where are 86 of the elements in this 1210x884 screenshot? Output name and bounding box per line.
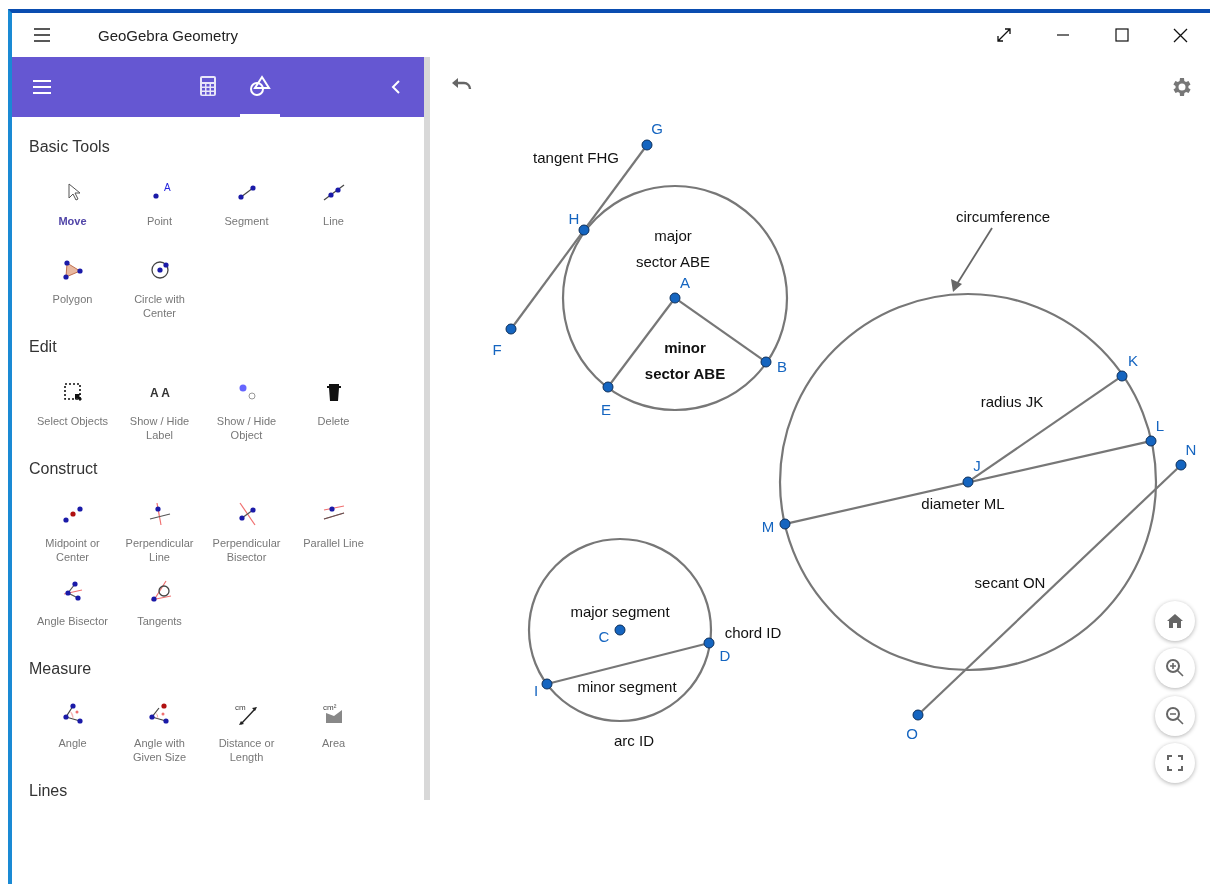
home-button[interactable] bbox=[1155, 601, 1195, 641]
angle-icon bbox=[60, 702, 85, 726]
perpendicular-icon bbox=[147, 502, 172, 526]
expand-icon bbox=[995, 27, 1012, 43]
point-label: L bbox=[1155, 416, 1165, 434]
point[interactable] bbox=[505, 323, 517, 335]
tool-button[interactable]: Perpendicular Line bbox=[116, 502, 203, 566]
letters-icon: AA bbox=[147, 380, 172, 404]
window-title: GeoGebra Geometry bbox=[98, 26, 239, 44]
point[interactable] bbox=[578, 224, 590, 236]
annotation-text: circumference bbox=[955, 207, 1051, 225]
point[interactable] bbox=[614, 624, 626, 636]
arrow bbox=[951, 227, 993, 292]
point[interactable] bbox=[641, 139, 653, 151]
point-label: D bbox=[719, 646, 731, 664]
point-label: I bbox=[533, 681, 539, 699]
triangle-icon bbox=[60, 258, 85, 282]
tool-button[interactable]: Midpoint or Center bbox=[29, 502, 116, 566]
tool-button[interactable]: Perpendicular Bisector bbox=[203, 502, 290, 566]
point-label: C bbox=[598, 627, 610, 645]
shapes-icon bbox=[248, 74, 272, 97]
tool-button[interactable]: Move bbox=[29, 180, 116, 244]
fullscreen-icon bbox=[1167, 755, 1183, 771]
tool-button[interactable]: Angle bbox=[29, 702, 116, 766]
tool-button[interactable]: cm² Area bbox=[290, 702, 377, 766]
annotation-text: arc ID bbox=[614, 731, 654, 749]
tool-button[interactable]: Angle Bisector bbox=[29, 580, 116, 644]
point-label: H bbox=[568, 209, 580, 227]
tool-button[interactable]: A Point bbox=[116, 180, 203, 244]
tool-button[interactable]: Segment bbox=[203, 180, 290, 244]
point-label: N bbox=[1185, 440, 1197, 458]
point-label: F bbox=[492, 340, 502, 358]
tool-button[interactable]: AA Show / Hide Label bbox=[116, 380, 203, 444]
point[interactable] bbox=[1116, 370, 1128, 382]
maximize-icon bbox=[1114, 28, 1129, 42]
home-icon bbox=[1167, 614, 1183, 628]
zoom-in-icon bbox=[1165, 658, 1185, 678]
annotation-text: tangent FHG bbox=[533, 148, 619, 166]
close-icon bbox=[1173, 27, 1188, 43]
point[interactable] bbox=[541, 678, 553, 690]
tool-button[interactable]: Tangents bbox=[116, 580, 203, 644]
point[interactable] bbox=[669, 292, 681, 304]
zoom-out-icon bbox=[1165, 706, 1185, 726]
point-label: B bbox=[777, 357, 787, 375]
annotation-text: diameter ML bbox=[921, 494, 1005, 512]
annotation-text: major segment bbox=[570, 602, 670, 620]
section-heading: Basic Tools bbox=[29, 137, 111, 157]
annotation-text: minor segment bbox=[577, 677, 677, 695]
point[interactable] bbox=[602, 381, 614, 393]
zoom-in-button[interactable] bbox=[1155, 648, 1195, 688]
annotation-text: chord ID bbox=[724, 623, 782, 641]
point[interactable] bbox=[962, 476, 974, 488]
section-heading: Edit bbox=[29, 337, 58, 357]
point-label: J bbox=[973, 456, 981, 474]
point[interactable] bbox=[912, 709, 924, 721]
point-label: M bbox=[761, 517, 775, 535]
section-heading: Measure bbox=[29, 659, 93, 679]
tool-button[interactable]: Select Objects bbox=[29, 380, 116, 444]
point-label: O bbox=[906, 724, 918, 742]
tool-button[interactable]: Parallel Line bbox=[290, 502, 377, 566]
point[interactable] bbox=[760, 356, 772, 368]
point[interactable] bbox=[703, 637, 715, 649]
tool-button[interactable]: Line bbox=[290, 180, 377, 244]
angle-icon bbox=[147, 702, 172, 726]
point-label: A bbox=[680, 273, 690, 291]
calculator-icon bbox=[199, 74, 217, 97]
section-heading: Construct bbox=[29, 459, 99, 479]
point[interactable] bbox=[779, 518, 791, 530]
annotation-text: radius JK bbox=[980, 392, 1044, 410]
point-label: G bbox=[651, 119, 663, 137]
tool-button[interactable]: Circle with Center bbox=[116, 258, 203, 322]
annotation-text: major sector ABE bbox=[635, 226, 711, 270]
tool-button[interactable]: Show / Hide Object bbox=[203, 380, 290, 444]
point[interactable] bbox=[1145, 435, 1157, 447]
fullscreen-button[interactable] bbox=[1155, 743, 1195, 783]
tool-button[interactable]: Polygon bbox=[29, 258, 116, 322]
tool-button[interactable]: cm Distance or Length bbox=[203, 702, 290, 766]
point[interactable] bbox=[1175, 459, 1187, 471]
tool-button[interactable]: Delete bbox=[290, 380, 377, 444]
zoom-out-button[interactable] bbox=[1155, 696, 1195, 736]
point-label: E bbox=[601, 400, 611, 418]
annotation-text: minor sector ABE bbox=[644, 338, 726, 382]
annotation-text: secant ON bbox=[974, 573, 1046, 591]
section-heading: Lines bbox=[29, 781, 69, 801]
tool-button[interactable]: Angle with Given Size bbox=[116, 702, 203, 766]
point-label: K bbox=[1128, 351, 1138, 369]
